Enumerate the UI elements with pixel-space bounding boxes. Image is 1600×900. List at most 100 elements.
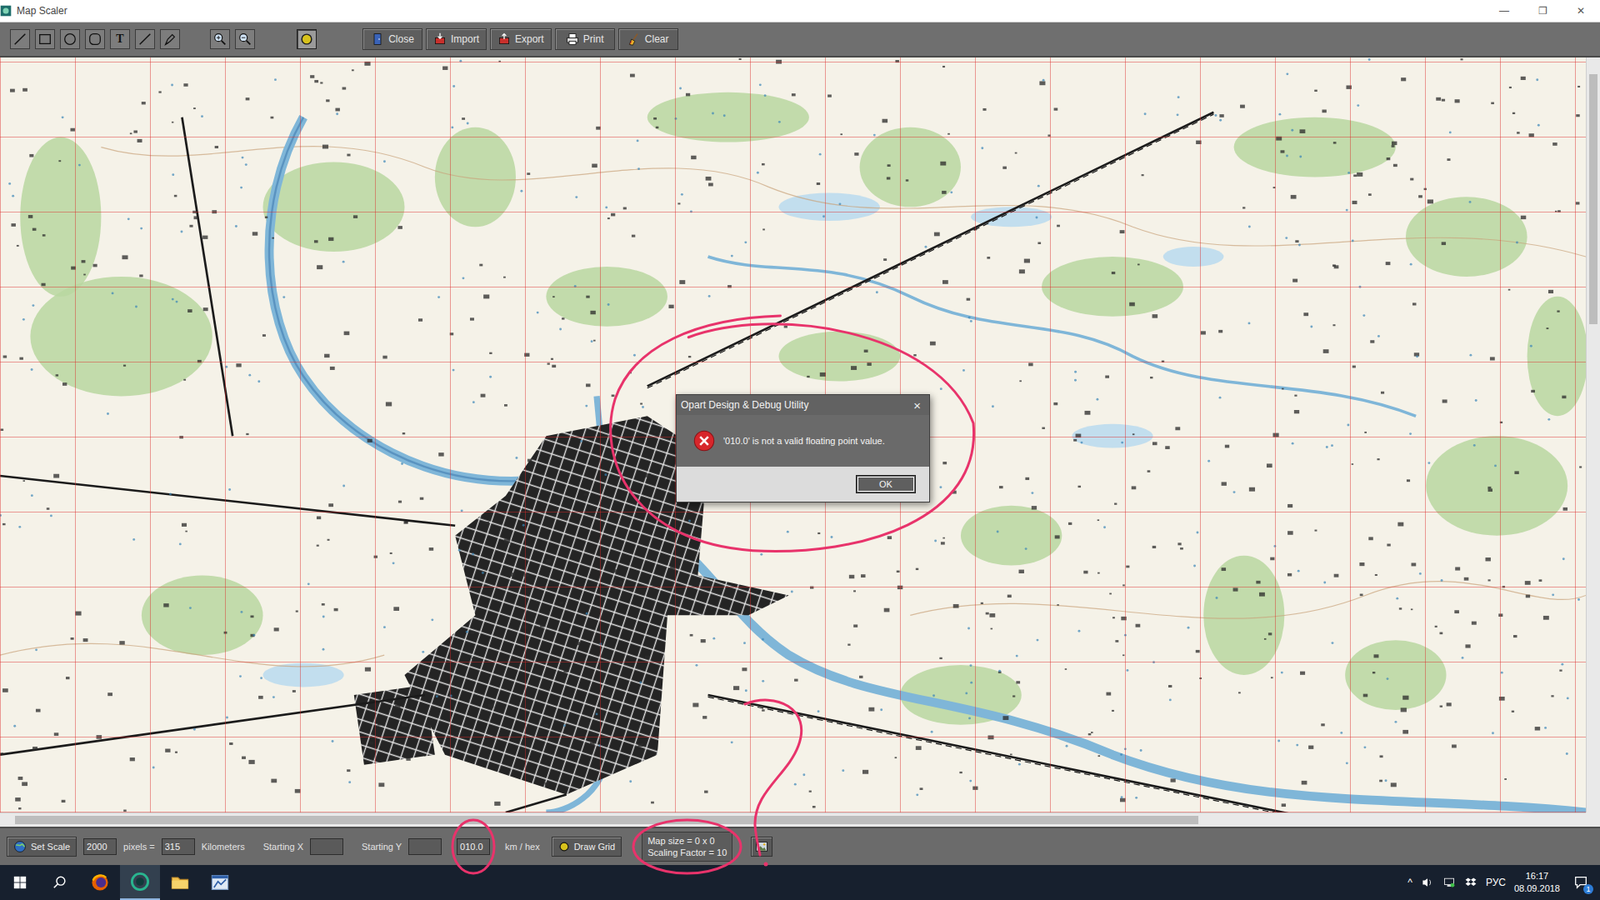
status-line: Map size = 0 x 0 bbox=[647, 835, 727, 847]
ellipse-tool[interactable] bbox=[60, 29, 80, 50]
pen-icon bbox=[162, 31, 178, 47]
export-button[interactable]: Export bbox=[490, 28, 552, 50]
opart-icon bbox=[130, 871, 150, 892]
text-tool[interactable]: T bbox=[110, 29, 130, 50]
scroll-corner bbox=[1585, 812, 1600, 827]
dialog-footer: OK bbox=[676, 466, 930, 502]
taskbar: ^ РУС 16:1708.09.2018 1 bbox=[0, 865, 1600, 900]
dropbox-icon bbox=[1464, 875, 1478, 890]
distance-field[interactable] bbox=[161, 838, 195, 855]
picture-icon bbox=[755, 840, 769, 854]
hex-label: km / hex bbox=[505, 841, 540, 852]
mapscaler-taskbar-button[interactable] bbox=[200, 865, 240, 900]
clock-time: 16:17 bbox=[1525, 870, 1550, 883]
clear-icon bbox=[627, 32, 641, 46]
clear-label: Clear bbox=[645, 33, 670, 45]
error-icon bbox=[693, 430, 715, 452]
close-button[interactable]: Close bbox=[362, 28, 423, 50]
line-tool[interactable] bbox=[10, 29, 30, 50]
scroll-thumb[interactable] bbox=[15, 815, 1199, 825]
notification-badge: 1 bbox=[1583, 884, 1594, 895]
action-buttons: Close Import Export Print Clear bbox=[362, 28, 679, 50]
draw-grid-label: Draw Grid bbox=[574, 841, 616, 852]
explorer-taskbar-button[interactable] bbox=[160, 865, 200, 900]
start-x-label: Starting X bbox=[263, 841, 304, 852]
export-label: Export bbox=[515, 33, 545, 45]
ok-button[interactable]: OK bbox=[855, 475, 916, 494]
annotation-layer bbox=[0, 0, 1600, 900]
hex-tool[interactable] bbox=[296, 29, 317, 50]
restore-button[interactable]: ❐ bbox=[1523, 0, 1562, 22]
start-y-field[interactable] bbox=[408, 838, 442, 855]
export-icon bbox=[497, 32, 511, 46]
scroll-thumb[interactable] bbox=[1589, 74, 1598, 325]
horizontal-scrollbar[interactable] bbox=[0, 812, 1586, 827]
dialog-message: '010.0' is not a valid floating point va… bbox=[723, 435, 885, 446]
explorer-icon bbox=[170, 872, 190, 893]
draw-grid-button[interactable]: Draw Grid bbox=[551, 836, 623, 857]
status-box: Map size = 0 x 0Scaling Factor = 10 bbox=[641, 831, 733, 862]
clock-date: 08.09.2018 bbox=[1514, 882, 1560, 895]
pen-tool[interactable] bbox=[160, 29, 180, 50]
dialog-title: Opart Design & Debug Utility bbox=[680, 399, 809, 411]
speaker-icon bbox=[1420, 875, 1435, 890]
start-x-field[interactable] bbox=[310, 838, 344, 855]
rounded-rect-tool[interactable] bbox=[85, 29, 105, 50]
opart-taskbar-button[interactable] bbox=[120, 865, 160, 900]
pixels-field[interactable] bbox=[83, 838, 117, 855]
start-y-label: Starting Y bbox=[361, 841, 402, 852]
set-scale-button[interactable]: Set Scale bbox=[6, 836, 77, 857]
print-icon bbox=[565, 32, 580, 46]
window-controls: —❐✕ bbox=[1485, 0, 1600, 22]
dialog-body: '010.0' is not a valid floating point va… bbox=[676, 415, 930, 467]
firefox-taskbar-button[interactable] bbox=[80, 865, 120, 900]
mapscaler-icon bbox=[210, 872, 230, 893]
line-icon bbox=[137, 31, 153, 47]
text-tool-label: T bbox=[115, 32, 124, 46]
print-label: Print bbox=[583, 33, 605, 45]
toolbar: T Close Import Export Print Clear bbox=[0, 22, 1600, 58]
rect-icon bbox=[37, 31, 53, 47]
vertical-scrollbar[interactable] bbox=[1585, 57, 1600, 813]
zoom-in-button[interactable] bbox=[210, 29, 230, 50]
window-title: Map Scaler bbox=[16, 5, 68, 17]
import-icon bbox=[433, 32, 447, 46]
image-button[interactable] bbox=[750, 836, 773, 857]
search-button[interactable] bbox=[40, 865, 80, 900]
import-button[interactable]: Import bbox=[425, 28, 487, 50]
zoom-in-icon bbox=[212, 31, 228, 47]
clear-button[interactable]: Clear bbox=[618, 28, 679, 50]
minimize-button[interactable]: — bbox=[1485, 0, 1524, 22]
draw-grid-icon bbox=[558, 840, 570, 853]
windows-icon bbox=[12, 875, 28, 890]
status-line: Scaling Factor = 10 bbox=[647, 846, 727, 859]
dialog-close-button[interactable]: × bbox=[910, 398, 925, 413]
tray-chevron[interactable]: ^ bbox=[1407, 876, 1413, 889]
tool-group: T bbox=[10, 29, 317, 50]
status-annotation: Map size = 0 x 0Scaling Factor = 10 bbox=[641, 831, 733, 862]
notification-button[interactable]: 1 bbox=[1568, 870, 1594, 895]
rectangle-tool[interactable] bbox=[35, 29, 55, 50]
distance-label: Kilometers bbox=[201, 841, 245, 852]
globe-icon bbox=[13, 840, 27, 854]
pixels-label: pixels = bbox=[123, 841, 155, 852]
print-button[interactable]: Print bbox=[555, 28, 615, 50]
hex-size-annotation bbox=[456, 838, 490, 855]
clock[interactable]: 16:1708.09.2018 bbox=[1514, 870, 1560, 895]
text-tool-icon: T bbox=[115, 32, 124, 46]
language-indicator[interactable]: РУС bbox=[1485, 876, 1506, 889]
bottom-bar: Set Scale pixels = Kilometers Starting X Sta… bbox=[0, 826, 1600, 865]
network-icon bbox=[1442, 875, 1456, 890]
dialog-title-bar: Opart Design & Debug Utility × bbox=[676, 395, 930, 415]
hex-size-field[interactable] bbox=[456, 838, 490, 855]
set-scale-label: Set Scale bbox=[30, 841, 70, 852]
import-label: Import bbox=[450, 33, 480, 45]
zoom-out-button[interactable] bbox=[235, 29, 255, 50]
firefox-icon bbox=[90, 872, 110, 893]
close-icon bbox=[370, 32, 385, 46]
start-button[interactable] bbox=[0, 865, 40, 900]
close-window-button[interactable]: ✕ bbox=[1561, 0, 1600, 22]
close-label: Close bbox=[388, 33, 415, 45]
line-tool[interactable] bbox=[135, 29, 155, 50]
line-icon bbox=[12, 31, 28, 47]
